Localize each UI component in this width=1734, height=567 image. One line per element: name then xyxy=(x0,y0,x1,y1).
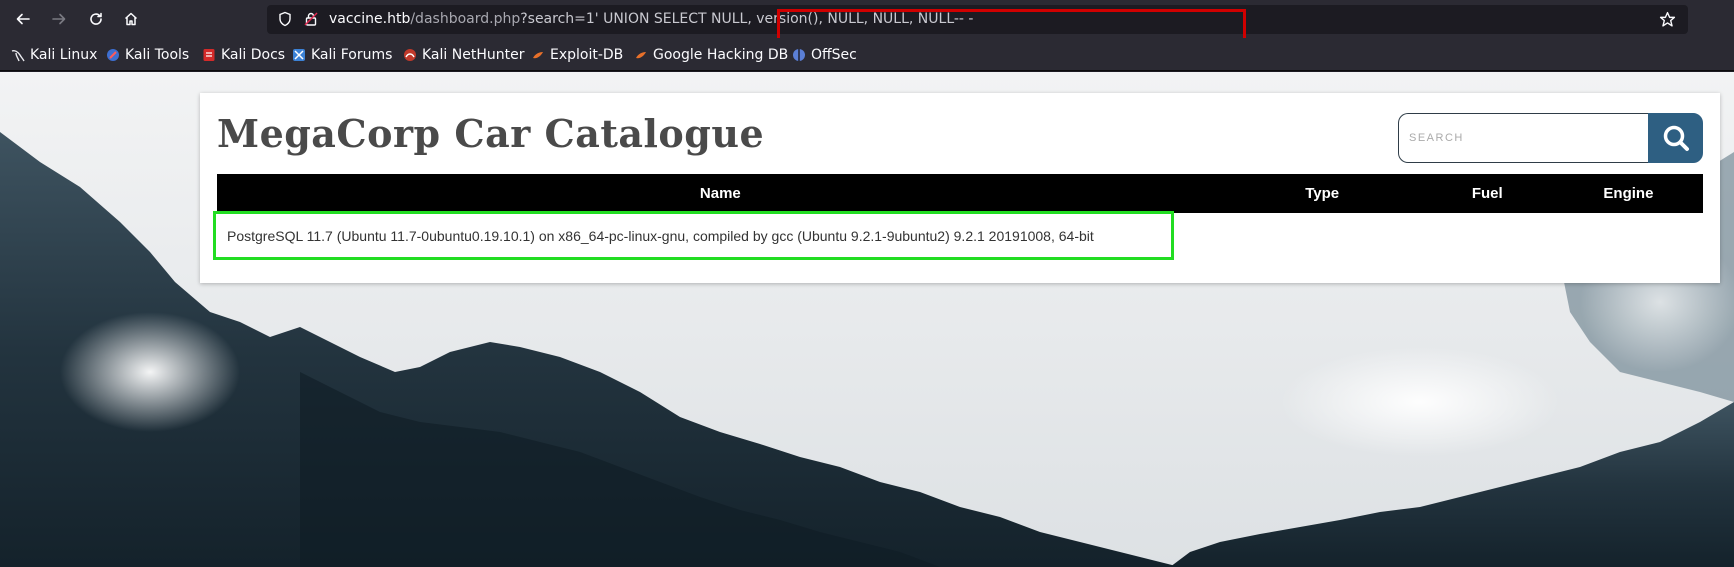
bookmark-label: Kali Tools xyxy=(125,47,190,63)
search-input[interactable] xyxy=(1398,113,1648,163)
exploit-db-icon xyxy=(533,52,543,59)
table-row: PostgreSQL 11.7 (Ubuntu 11.7-0ubuntu0.19… xyxy=(217,213,1703,259)
bookmark-kali-forums[interactable]: Kali Forums xyxy=(292,46,392,64)
bookmark-kali-tools[interactable]: Kali Tools xyxy=(106,46,189,64)
bookmark-star-icon[interactable] xyxy=(1659,11,1676,28)
header-name: Name xyxy=(217,174,1224,213)
back-button[interactable] xyxy=(10,6,36,32)
arrow-right-icon xyxy=(52,13,66,25)
reload-button[interactable] xyxy=(83,6,109,32)
bookmark-label: OffSec xyxy=(811,47,857,63)
bookmark-label: Google Hacking DB xyxy=(653,47,789,63)
bookmarks-toolbar: Kali Linux Kali Tools Kali Docs Kali For… xyxy=(0,38,1734,71)
home-button[interactable] xyxy=(118,6,144,32)
forward-button[interactable] xyxy=(46,6,72,32)
cell-name: PostgreSQL 11.7 (Ubuntu 11.7-0ubuntu0.19… xyxy=(227,228,1094,244)
reload-icon xyxy=(90,12,102,25)
catalogue-card: MegaCorp Car Catalogue Name Type Fuel En… xyxy=(200,93,1720,283)
offsec-icon xyxy=(793,49,805,61)
bookmark-kali-linux[interactable]: Kali Linux xyxy=(11,46,97,64)
bookmark-label: Exploit-DB xyxy=(550,47,624,63)
search-icon xyxy=(1663,125,1689,151)
cell-engine xyxy=(1554,213,1703,259)
bookmark-google-hacking-db[interactable]: Google Hacking DB xyxy=(634,46,788,64)
bookmark-label: Kali Linux xyxy=(30,47,98,63)
cell-type xyxy=(1224,213,1421,259)
kali-tools-icon xyxy=(107,49,119,61)
page-title: MegaCorp Car Catalogue xyxy=(217,111,765,156)
arrow-left-icon xyxy=(16,13,30,25)
bookmark-label: Kali Forums xyxy=(311,47,393,63)
header-fuel: Fuel xyxy=(1420,174,1554,213)
search-button[interactable] xyxy=(1648,113,1703,163)
catalogue-table: Name Type Fuel Engine PostgreSQL 11.7 (U… xyxy=(217,174,1703,259)
table-header-row: Name Type Fuel Engine xyxy=(217,174,1703,213)
kali-docs-icon xyxy=(203,49,215,61)
url-path: /dashboard.php xyxy=(410,11,521,27)
lock-insecure-icon[interactable] xyxy=(303,11,319,27)
header-engine: Engine xyxy=(1553,174,1703,213)
header-type: Type xyxy=(1223,174,1421,213)
url-query: ?search=1' UNION SELECT NULL, version(),… xyxy=(520,11,974,27)
kali-forums-icon xyxy=(293,49,305,61)
bookmark-kali-docs[interactable]: Kali Docs xyxy=(202,46,285,64)
url-bar[interactable]: vaccine.htb/dashboard.php?search=1' UNIO… xyxy=(267,5,1688,44)
url-text[interactable]: vaccine.htb/dashboard.php?search=1' UNIO… xyxy=(329,11,973,27)
url-host: vaccine.htb xyxy=(329,11,411,27)
bookmark-label: Kali Docs xyxy=(221,47,286,63)
cell-fuel xyxy=(1421,213,1554,259)
ghdb-icon xyxy=(636,52,646,59)
bookmark-exploit-db[interactable]: Exploit-DB xyxy=(531,46,623,64)
bookmark-offsec[interactable]: OffSec xyxy=(792,46,857,64)
browser-nav-bar: vaccine.htb/dashboard.php?search=1' UNIO… xyxy=(0,0,1734,44)
kali-dragon-icon xyxy=(11,50,25,62)
kali-nethunter-icon xyxy=(404,49,416,61)
home-icon xyxy=(124,12,138,26)
bookmark-label: Kali NetHunter xyxy=(422,47,525,63)
bookmark-kali-nethunter[interactable]: Kali NetHunter xyxy=(403,46,524,64)
shield-icon[interactable] xyxy=(277,11,293,27)
